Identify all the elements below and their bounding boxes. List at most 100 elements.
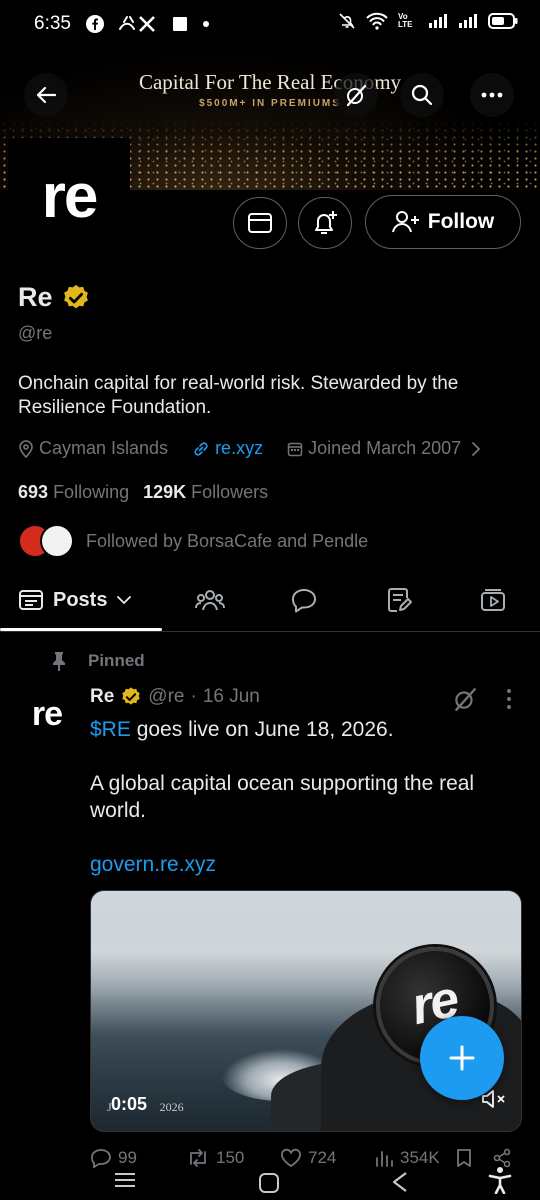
followers-label: Followers <box>191 482 269 502</box>
heart-icon <box>281 1148 301 1168</box>
mutual-avatar-pendle <box>40 524 74 558</box>
system-navigation-bar <box>0 1167 540 1200</box>
message-button[interactable] <box>233 197 287 249</box>
bookmark-icon <box>457 1149 471 1167</box>
back-button[interactable] <box>24 73 68 117</box>
status-system-icons: Vo LTE <box>338 12 518 30</box>
status-bar: 6:35 Vo LTE <box>0 0 540 48</box>
followers-link[interactable]: 129K Followers <box>143 482 268 503</box>
more-vertical-icon <box>507 689 511 709</box>
volte-label: Vo LTE <box>398 12 413 29</box>
plus-icon <box>449 1045 475 1071</box>
dot-icon <box>203 21 209 27</box>
grok-button[interactable] <box>334 73 378 117</box>
profile-avatar[interactable]: re <box>8 138 130 260</box>
search-button[interactable] <box>400 73 444 117</box>
post-author-name[interactable]: Re <box>90 686 114 708</box>
calendar-icon <box>287 442 303 456</box>
post-grok-button[interactable] <box>452 686 478 717</box>
post-date[interactable]: 16 Jun <box>203 686 260 708</box>
bookmark-action[interactable] <box>456 1148 472 1168</box>
nav-recents-icon[interactable] <box>112 1170 138 1190</box>
followed-by-text: Followed by BorsaCafe and Pendle <box>86 530 369 551</box>
tab-articles[interactable] <box>383 570 415 630</box>
status-notification-icons <box>86 14 210 34</box>
tab-replies[interactable] <box>288 570 320 630</box>
grok-icon <box>346 84 367 107</box>
share-icon <box>493 1148 511 1168</box>
notify-button[interactable] <box>298 197 352 249</box>
follow-button[interactable]: Follow <box>365 195 521 249</box>
share-action[interactable] <box>492 1148 512 1168</box>
compose-post-button[interactable] <box>420 1016 504 1100</box>
envelope-icon <box>248 213 272 233</box>
wifi-icon <box>366 12 388 30</box>
cashtag-link[interactable]: $RE <box>90 718 131 741</box>
post-author-handle[interactable]: @re <box>148 686 184 708</box>
like-action[interactable]: 724 <box>280 1148 336 1168</box>
posts-icon <box>19 590 43 610</box>
bell-plus-icon <box>315 211 337 234</box>
more-options-button[interactable] <box>470 73 514 117</box>
website-link[interactable]: re.xyz <box>215 438 263 459</box>
search-icon <box>411 84 433 106</box>
communities-icon <box>195 590 225 611</box>
pinned-label-row: Pinned <box>50 651 145 671</box>
banner-title: Capital For The Real Economy <box>138 70 402 94</box>
profile-handle: @re <box>18 323 53 343</box>
active-tab-indicator <box>0 628 162 631</box>
accessibility-icon[interactable] <box>488 1166 512 1194</box>
facebook-icon <box>86 15 104 33</box>
post-more-button[interactable] <box>505 688 513 715</box>
post-line-1: $RE goes live on June 18, 2026. <box>90 716 520 743</box>
post-body: $RE goes live on June 18, 2026. A global… <box>90 716 520 878</box>
post-external-link[interactable]: govern.re.xyz <box>90 851 520 878</box>
post-avatar-logo-text: re <box>31 694 63 733</box>
website-item[interactable]: re.xyz <box>192 438 263 459</box>
joined-item: Joined March 2007 <box>287 438 461 459</box>
reply-action[interactable]: 99 <box>90 1148 137 1168</box>
location-pin-icon <box>19 439 33 458</box>
repost-count: 150 <box>216 1148 245 1167</box>
app-notification-icon <box>119 16 155 32</box>
follow-button-label: Follow <box>427 210 495 233</box>
following-label: Following <box>53 482 130 502</box>
joined-text: Joined March 2007 <box>308 438 462 458</box>
nav-home-icon[interactable] <box>258 1172 280 1194</box>
mutual-avatars <box>18 524 76 558</box>
post-author-avatar[interactable]: re <box>16 690 78 738</box>
article-edit-icon <box>388 588 412 612</box>
profile-tabs: Posts <box>0 570 540 632</box>
following-count: 693 <box>18 482 49 502</box>
post-header: Re @re · 16 Jun <box>90 686 260 708</box>
tab-media[interactable] <box>477 570 509 630</box>
nav-back-icon[interactable] <box>390 1170 410 1194</box>
avatar-logo-text: re <box>41 161 99 231</box>
views-action[interactable]: 354K <box>374 1148 440 1168</box>
tab-posts[interactable]: Posts <box>18 570 132 630</box>
signal-icon <box>429 14 447 28</box>
video-date-stamp-year: 2026 <box>159 1100 184 1114</box>
verified-badge-icon[interactable] <box>61 283 91 313</box>
profile-meta-row: Cayman Islands re.xyz Joined March 2007 <box>18 438 481 459</box>
followers-count: 129K <box>143 482 187 502</box>
tab-communities[interactable] <box>192 570 228 630</box>
repost-action[interactable]: 150 <box>186 1148 244 1168</box>
profile-bio: Onchain capital for real-world risk. Ste… <box>18 373 459 418</box>
followed-by-row[interactable]: Followed by BorsaCafe and Pendle <box>18 524 368 558</box>
profile-name-row: Re <box>18 282 91 313</box>
location-text: Cayman Islands <box>39 438 169 458</box>
chevron-right-icon[interactable] <box>471 441 481 457</box>
grok-icon <box>455 688 476 712</box>
following-link[interactable]: 693 Following <box>18 482 129 503</box>
location-item: Cayman Islands <box>18 438 168 459</box>
arrow-left-icon <box>36 86 57 104</box>
post-line-1-text: goes live on June 18, 2026. <box>130 718 394 741</box>
pin-icon <box>53 652 65 671</box>
chevron-down-icon <box>117 596 132 605</box>
post-meta-separator: · <box>190 686 197 707</box>
reply-count: 99 <box>118 1148 137 1167</box>
follow-counts: 693 Following 129K Followers <box>18 482 268 503</box>
pinned-text: Pinned <box>88 651 145 670</box>
reply-bubble-icon <box>292 589 316 613</box>
